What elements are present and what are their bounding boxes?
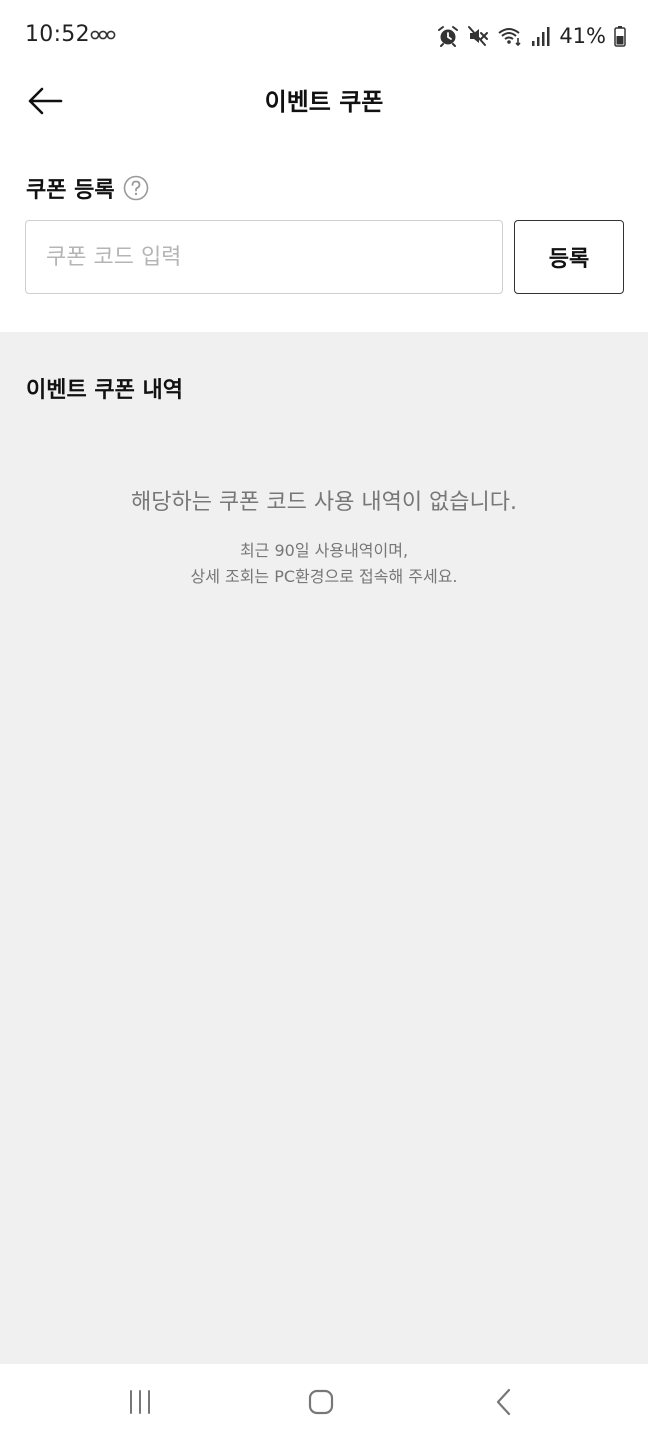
coupon-register-section: 쿠폰 등록 등록 <box>0 132 648 332</box>
system-back-button[interactable] <box>484 1382 524 1422</box>
question-circle-icon-svg <box>123 175 148 201</box>
recent-apps-icon <box>130 1390 150 1414</box>
mute-icon <box>468 26 489 46</box>
empty-sub-message: 최근 90일 사용내역이며, 상세 조회는 PC환경으로 접속해 주세요. <box>0 538 648 590</box>
battery-percent: 41% <box>559 24 606 48</box>
coupon-code-input[interactable] <box>25 220 503 294</box>
chevron-left-icon <box>496 1388 511 1416</box>
signal-icon <box>532 27 550 46</box>
status-bar: 10:52 41% <box>0 0 648 70</box>
page-title: 이벤트 쿠폰 <box>264 88 384 116</box>
history-title: 이벤트 쿠폰 내역 <box>26 378 183 403</box>
link-icon <box>90 30 116 40</box>
app-header: 이벤트 쿠폰 <box>0 70 648 132</box>
home-button[interactable] <box>301 1382 341 1422</box>
system-nav-bar <box>0 1364 648 1440</box>
empty-message: 해당하는 쿠폰 코드 사용 내역이 없습니다. <box>130 490 518 515</box>
empty-sub-line-2: 상세 조회는 PC환경으로 접속해 주세요. <box>190 567 458 586</box>
status-time: 10:52 <box>25 22 90 47</box>
coupon-history-section: 이벤트 쿠폰 내역 해당하는 쿠폰 코드 사용 내역이 없습니다. 최근 90일… <box>0 332 648 1364</box>
empty-sub-line-1: 최근 90일 사용내역이며, <box>239 541 409 560</box>
wifi-icon <box>498 28 521 47</box>
notification-icons <box>90 28 116 42</box>
status-icons: 41% <box>437 22 626 50</box>
register-title-row: 쿠폰 등록 <box>26 172 149 204</box>
alarm-icon <box>438 26 459 47</box>
recent-apps-button[interactable] <box>120 1382 160 1422</box>
home-icon <box>308 1389 334 1415</box>
battery-icon <box>614 26 626 47</box>
register-title: 쿠폰 등록 <box>26 178 115 203</box>
register-button[interactable]: 등록 <box>514 220 624 294</box>
question-circle-icon[interactable] <box>123 175 149 201</box>
